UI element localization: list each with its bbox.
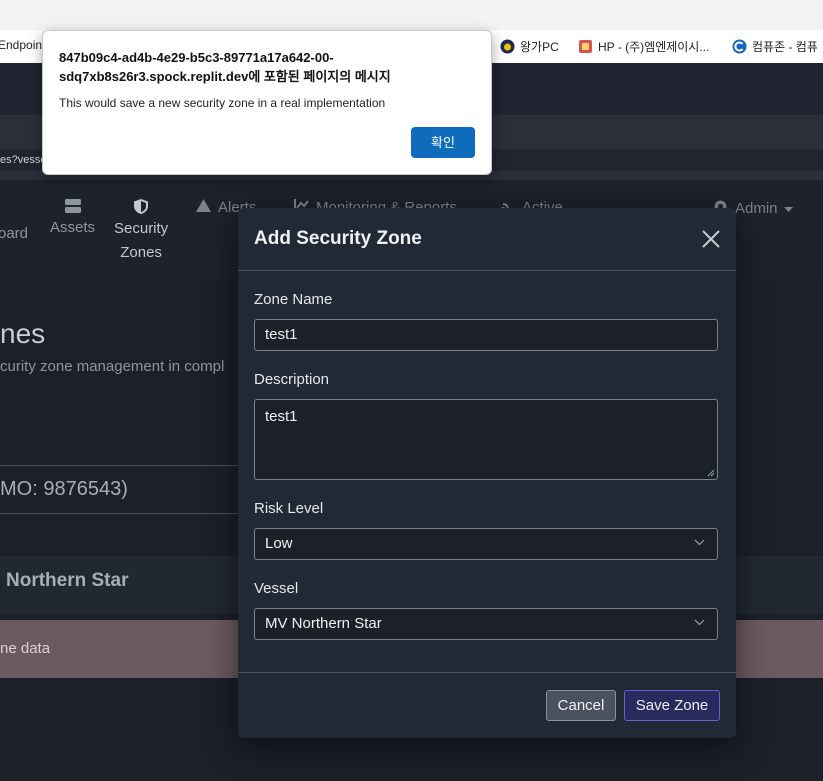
description-textarea[interactable]: test1 (254, 399, 718, 480)
modal-header: Add Security Zone (238, 208, 736, 271)
hp-icon (578, 39, 593, 54)
nav-dashboard[interactable]: oard (0, 222, 28, 246)
chevron-down-icon (694, 619, 705, 626)
bookmark-hp[interactable]: HP - (주)엠엔제이시... (578, 38, 709, 55)
risk-level-select[interactable]: Low (254, 528, 718, 560)
add-zone-modal: Add Security Zone Zone Name test1 Descri… (238, 208, 736, 738)
chevron-down-icon (783, 200, 793, 217)
vessel-value: MV Northern Star (265, 615, 382, 632)
save-zone-button[interactable]: Save Zone (624, 690, 720, 721)
modal-title: Add Security Zone (254, 228, 422, 249)
nav-label: Assets (50, 219, 96, 236)
nav-label: Zones (120, 244, 162, 261)
description-label: Description (254, 371, 330, 388)
server-icon (50, 198, 95, 214)
alert-text: ne data (0, 640, 51, 657)
zone-name-label: Zone Name (254, 291, 333, 308)
nav-label: Admin (735, 200, 778, 217)
nav-security-zones[interactable]: Security Zones (114, 198, 168, 265)
resize-handle-icon[interactable] (707, 469, 715, 477)
bookmark-endpoint[interactable]: Endpoin (0, 38, 42, 52)
page-subtitle: curity zone management in compl (0, 358, 225, 375)
browser-alert-dialog: 847b09c4-ad4b-4e29-b5c3-89771a17a642-00-… (42, 30, 492, 175)
compuzone-icon (732, 39, 747, 54)
close-icon (702, 230, 720, 248)
bookmark-label: HP - (주)엠엔제이시... (598, 40, 710, 54)
cancel-button[interactable]: Cancel (546, 690, 616, 721)
risk-level-label: Risk Level (254, 500, 324, 517)
vessel-label: Vessel (254, 580, 299, 597)
description-value: test1 (265, 408, 298, 425)
zone-name-input[interactable]: test1 (254, 319, 718, 351)
shield-icon (114, 198, 168, 215)
wangga-icon (500, 39, 515, 54)
close-button[interactable] (700, 228, 722, 250)
page-title: nes (0, 318, 46, 349)
vessel-imo: MO: 9876543) (0, 478, 128, 500)
risk-level-value: Low (265, 535, 293, 552)
vessel-select[interactable]: MV Northern Star (254, 608, 718, 640)
nav-label: oard (0, 225, 29, 242)
divider (0, 513, 238, 514)
bookmark-label: 왕가PC (520, 40, 559, 54)
bookmark-wangga[interactable]: 왕가PC (500, 38, 559, 55)
dialog-message: This would save a new security zone in a… (59, 96, 386, 110)
nav-assets[interactable]: Assets (50, 198, 95, 240)
chevron-down-icon (694, 539, 705, 546)
nav-label: Security (114, 220, 169, 237)
bookmark-label: Endpoin (0, 38, 43, 52)
warning-icon (195, 198, 212, 217)
bookmark-label: 컴퓨존 - 컴퓨 (752, 40, 818, 54)
bookmark-compuzone[interactable]: 컴퓨존 - 컴퓨 (732, 38, 818, 55)
divider (0, 465, 238, 466)
vessel-name: Northern Star (6, 570, 129, 591)
dialog-title: 847b09c4-ad4b-4e29-b5c3-89771a17a642-00-… (59, 50, 391, 84)
browser-title-strip (0, 0, 823, 30)
dialog-ok-button[interactable]: 확인 (411, 127, 475, 158)
modal-footer-divider (238, 672, 736, 673)
